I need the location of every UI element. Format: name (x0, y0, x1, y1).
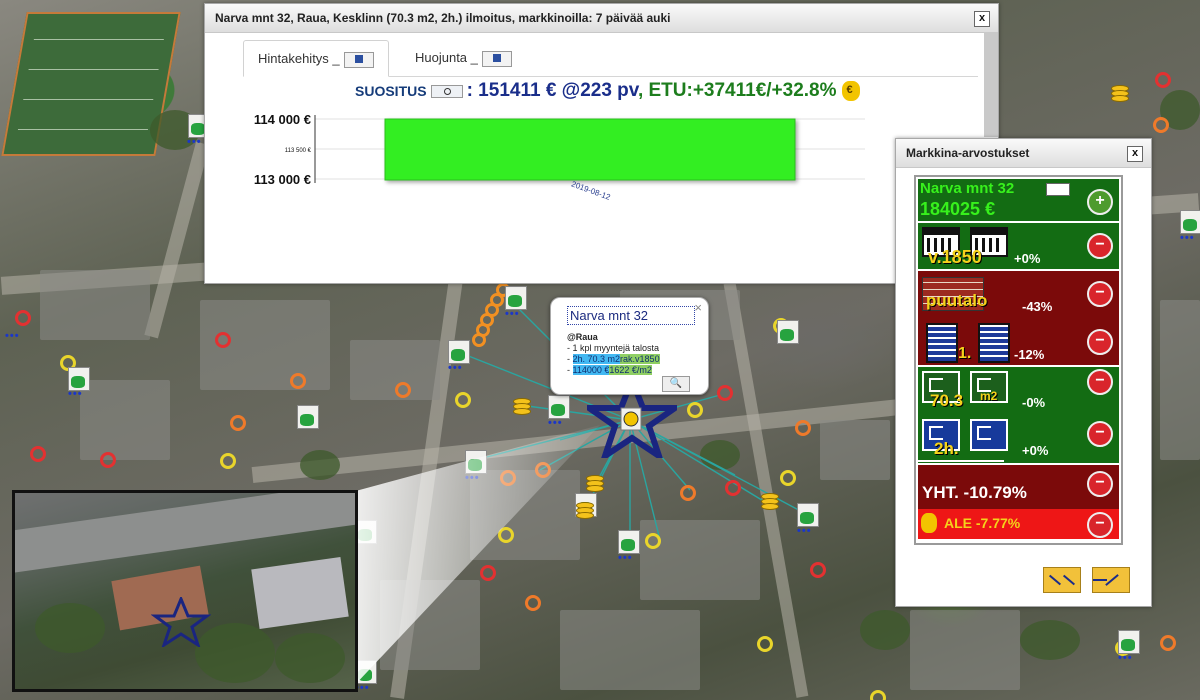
expand-button[interactable] (1092, 567, 1130, 593)
valuation-row-year: v.1850 +0% − (918, 223, 1119, 269)
scrollbar[interactable] (984, 32, 998, 137)
chart-y-axis: 114 000 € 113 500 € 113 000 € (254, 112, 316, 187)
remove-button[interactable]: − (1087, 233, 1113, 259)
chart-bar[interactable] (384, 118, 796, 181)
popup-close-button[interactable]: × (694, 300, 702, 315)
popup-title[interactable]: Narva mnt 32 (567, 306, 695, 325)
address-icon[interactable] (1046, 183, 1070, 196)
popup-area: 2h. 70.3 m2 (572, 354, 621, 364)
popup-district: @Raua (567, 332, 598, 342)
remove-button[interactable]: − (1087, 329, 1113, 355)
tab-huojunta[interactable]: Huojunta _ (401, 40, 526, 75)
street-inset-photo (12, 490, 358, 692)
panel-title: Markkina-arvostukset (906, 146, 1030, 160)
tab-bar: Hintakehitys _ Huojunta _ (243, 40, 978, 77)
property-popup[interactable]: × Narva mnt 32 @Raua - 1 kpl myyntejä ta… (550, 297, 709, 395)
price-chart: 114 000 € 113 500 € 113 000 € 2019-08-12 (254, 112, 865, 202)
popup-price: 114000 € (572, 365, 610, 375)
remove-button[interactable]: − (1087, 421, 1113, 447)
valuation-row-floor: 1. -12% − (918, 319, 1119, 365)
chart-bars (384, 118, 796, 181)
close-button[interactable]: x (974, 11, 990, 27)
remove-button[interactable]: − (1087, 369, 1113, 395)
popup-line-sales: - 1 kpl myyntejä talosta (567, 343, 660, 353)
remove-button[interactable]: − (1087, 471, 1113, 497)
moneybag-icon (841, 81, 860, 102)
recommendation-value: : 151411 € @223 pv (466, 80, 638, 101)
recommendation-gain: , ETU:+37411€/+32.8% (637, 80, 837, 101)
building-icon (978, 323, 1010, 363)
rooms-icon (970, 419, 1008, 451)
search-icon[interactable] (430, 84, 463, 98)
popup-body: @Raua - 1 kpl myyntejä talosta - 2h. 70.… (567, 332, 660, 375)
dialog-title-bar[interactable]: Narva mnt 32, Raua, Kesklinn (70.3 m2, 2… (205, 4, 998, 33)
building-icon (926, 323, 958, 363)
valuation-row-material: puutalo -43% − (918, 271, 1119, 319)
remove-button[interactable]: − (1087, 512, 1113, 538)
valuation-address: Narva mnt 32 (920, 180, 1015, 197)
remove-button[interactable]: − (1087, 281, 1113, 307)
panel-close-button[interactable]: x (1127, 146, 1143, 162)
recommendation-line: SUOSITUS : 151411 € @223 pv, ETU:+37411€/… (355, 80, 860, 102)
valuation-total: YHT. -10.79% − (918, 465, 1119, 509)
y-tick-label: 113 000 € (254, 172, 311, 187)
chart-x-axis: 2019-08-12 (570, 179, 612, 202)
valuation-price: 184025 € (920, 199, 996, 219)
y-tick-label: 113 500 € (285, 148, 312, 154)
valuation-discount: ALE -7.77% − (918, 509, 1119, 539)
recommendation-label: SUOSITUS (355, 83, 427, 99)
hand-icon (921, 513, 937, 533)
dialog-title: Narva mnt 32, Raua, Kesklinn (70.3 m2, 2… (215, 11, 671, 25)
popup-sqm-price: 1622 €/m2 (609, 365, 652, 375)
popup-year: rak.v1850 (620, 354, 660, 364)
valuation-list: Narva mnt 32 184025 € + v.1850 +0% − puu… (914, 175, 1123, 545)
market-valuation-panel[interactable]: Markkina-arvostukset x Narva mnt 32 1840… (895, 138, 1152, 607)
valuation-row-rooms: 2h. +0% − (918, 415, 1119, 463)
inset-star-icon (151, 597, 211, 647)
zoom-icon[interactable]: 🔍 (662, 376, 690, 392)
panel-title-bar[interactable]: Markkina-arvostukset x (896, 139, 1151, 168)
listing-dialog[interactable]: Narva mnt 32, Raua, Kesklinn (70.3 m2, 2… (204, 3, 999, 284)
tab-icon[interactable] (343, 51, 374, 68)
y-tick-label: 114 000 € (254, 112, 311, 127)
valuation-header: Narva mnt 32 184025 € + (918, 179, 1119, 221)
tab-icon[interactable] (481, 50, 512, 67)
x-tick-label: 2019-08-12 (570, 179, 612, 202)
shrink-button[interactable] (1043, 567, 1081, 593)
add-button[interactable]: + (1087, 189, 1113, 215)
tab-hintakehitys[interactable]: Hintakehitys _ (243, 40, 389, 77)
valuation-row-area: 70.3 m2 -0% − (918, 367, 1119, 415)
